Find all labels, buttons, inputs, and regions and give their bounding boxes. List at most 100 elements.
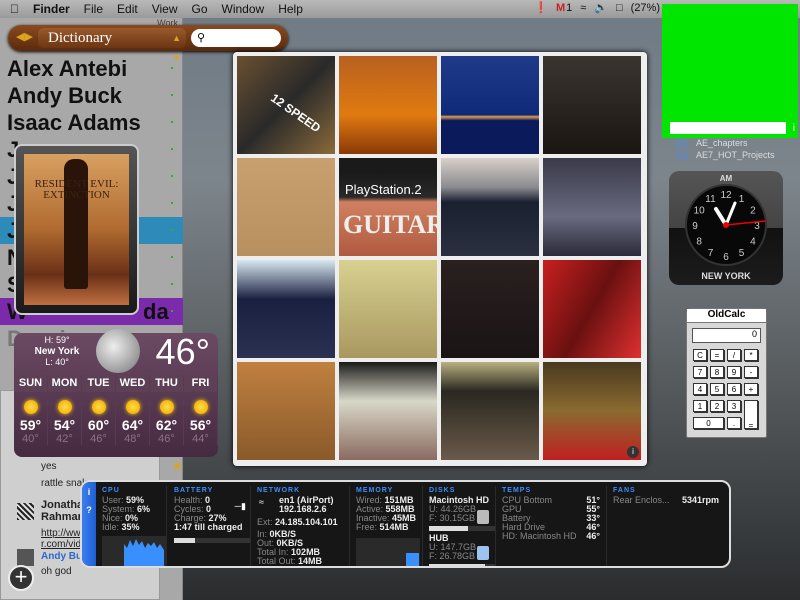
menu-window[interactable]: Window [222, 2, 265, 16]
wifi-icon[interactable]: ≈ [580, 2, 586, 14]
photo-tile[interactable]: 12 SPEED [237, 56, 335, 154]
photo-tile[interactable] [543, 362, 641, 460]
green-widget[interactable]: i [662, 4, 798, 138]
aim-icon[interactable]: ✴ [171, 457, 184, 477]
widget-input[interactable] [670, 122, 786, 134]
calc-key[interactable]: . [727, 417, 741, 429]
photo-tile[interactable] [339, 56, 437, 154]
calc-key[interactable]: 1 [693, 400, 707, 412]
plug-icon: ─▮ [234, 501, 246, 511]
photo-tile[interactable] [237, 260, 335, 358]
battery-title: BATTERY [174, 487, 214, 494]
chat-link[interactable]: http://www r.com/vide [41, 528, 81, 552]
clock-number: 1 [739, 194, 745, 205]
calc-key[interactable]: C [693, 349, 707, 361]
photo-tile[interactable] [441, 158, 539, 256]
memory-title: MEMORY [356, 487, 394, 494]
photo-tile[interactable] [543, 260, 641, 358]
clock-number: 10 [694, 206, 706, 217]
activity-icon[interactable]: □ [616, 2, 623, 14]
weather-city-block: H: 59° New York L: 40° [32, 335, 82, 368]
photo-tile[interactable] [441, 362, 539, 460]
dictionary-search-input[interactable]: ⚲ [191, 29, 281, 47]
battery-section: BATTERY Health: 0 Cycles: 0 Charge: 27% … [168, 486, 251, 566]
photo-tile[interactable] [441, 260, 539, 358]
menu-help[interactable]: Help [278, 2, 303, 16]
forecast: SUN 59° 40° MON 54° 42° TUE 60° 46° WED 64° 48° THU 6… [14, 375, 218, 445]
dictionary-source-select[interactable]: Dictionary ▲ ▼ [38, 28, 186, 63]
battery-bar [174, 538, 250, 543]
calc-key[interactable]: - [744, 366, 758, 378]
clock-number: 6 [723, 252, 729, 263]
photo-tile[interactable] [339, 260, 437, 358]
photo-grid-widget[interactable]: 12 SPEED PlayStation.2 GUITAR i [233, 52, 647, 466]
info-button[interactable]: i [82, 487, 96, 497]
weather-low: L: 40° [45, 357, 69, 367]
folder-ae-chapters[interactable]: AE_chapters [676, 138, 748, 149]
calculator-display: 0 [692, 328, 761, 343]
open-dashboard-widgets-button[interactable]: + [8, 565, 34, 591]
photo-tile[interactable] [543, 158, 641, 256]
alert-icon[interactable]: ❗ [534, 1, 548, 14]
sun-icon [57, 400, 72, 414]
list-item[interactable]: Isaac Adams [0, 109, 183, 136]
calc-key[interactable]: 0 [693, 417, 724, 429]
search-icon: ⚲ [197, 32, 206, 44]
photo-tile[interactable] [237, 362, 335, 460]
calc-key[interactable]: 3 [727, 400, 741, 412]
avatar [17, 503, 34, 520]
temps-title: TEMPS [502, 487, 532, 494]
battery-status: 1:47 till charged [174, 522, 243, 532]
menu-view[interactable]: View [152, 2, 178, 16]
list-item[interactable]: Alex Antebi [0, 55, 183, 82]
weather-widget[interactable]: H: 59° New York L: 40° 46° SUN 59° 40° MON 5… [14, 329, 218, 457]
back-forward-arrows-icon[interactable]: ◀▶ [16, 30, 33, 43]
moon-icon [96, 329, 140, 373]
cpu-title: CPU [102, 487, 120, 494]
gmail-icon[interactable]: M [556, 2, 565, 14]
disks-title: DISKS [429, 487, 456, 494]
forecast-day: WED 64° 48° [116, 375, 150, 445]
menu-file[interactable]: File [84, 2, 103, 16]
photo-tile[interactable] [339, 362, 437, 460]
calc-key[interactable]: 9 [727, 366, 741, 378]
photo-tile[interactable]: PlayStation.2 GUITAR [339, 158, 437, 256]
calc-key[interactable]: 6 [727, 383, 741, 395]
cpu-idle: 35% [121, 522, 140, 532]
chat-username: Jonathan Rahmani [41, 499, 90, 523]
volume-icon[interactable]: 🔈 [594, 1, 608, 14]
movie-widget[interactable]: RESIDENT EVIL: EXTINCTION [14, 144, 139, 315]
help-button[interactable]: ? [82, 505, 96, 515]
calc-key[interactable]: / [727, 349, 741, 361]
photo-tile[interactable] [441, 56, 539, 154]
photo-tile[interactable] [237, 158, 335, 256]
clock-widget[interactable]: AM 12 1 2 3 4 5 6 7 8 9 10 11 NEW YORK [669, 171, 783, 285]
sun-icon [91, 400, 106, 414]
calc-key[interactable]: * [744, 349, 758, 361]
forecast-day: FRI 56° 44° [184, 375, 218, 445]
menu-edit[interactable]: Edit [117, 2, 138, 16]
current-temperature: 46° [155, 331, 210, 372]
calc-key[interactable]: = [710, 349, 724, 361]
calc-key[interactable]: + [744, 383, 758, 395]
menu-go[interactable]: Go [192, 2, 208, 16]
calc-key[interactable]: 2 [710, 400, 724, 412]
calc-key[interactable]: = [744, 400, 758, 430]
info-icon[interactable]: i [627, 446, 639, 458]
folder-ae7-hot-projects[interactable]: AE7_HOT_Projects [676, 150, 775, 161]
weather-city: New York [34, 346, 80, 357]
calc-key[interactable]: 7 [693, 366, 707, 378]
source-label: Dictionary [48, 30, 113, 46]
list-item[interactable]: Andy Buck [0, 82, 183, 109]
movie-title: RESIDENT EVIL: EXTINCTION [34, 178, 119, 201]
apple-menu-icon[interactable]:  [10, 2, 19, 16]
photo-tile[interactable] [543, 56, 641, 154]
calc-key[interactable]: 8 [710, 366, 724, 378]
battery-status[interactable]: (27%) [631, 2, 660, 14]
menu-finder[interactable]: Finder [33, 2, 70, 16]
sun-icon [23, 400, 38, 414]
clock-number: 4 [750, 237, 756, 248]
calc-key[interactable]: 4 [693, 383, 707, 395]
info-icon[interactable]: i [793, 123, 795, 134]
calc-key[interactable]: 5 [710, 383, 724, 395]
